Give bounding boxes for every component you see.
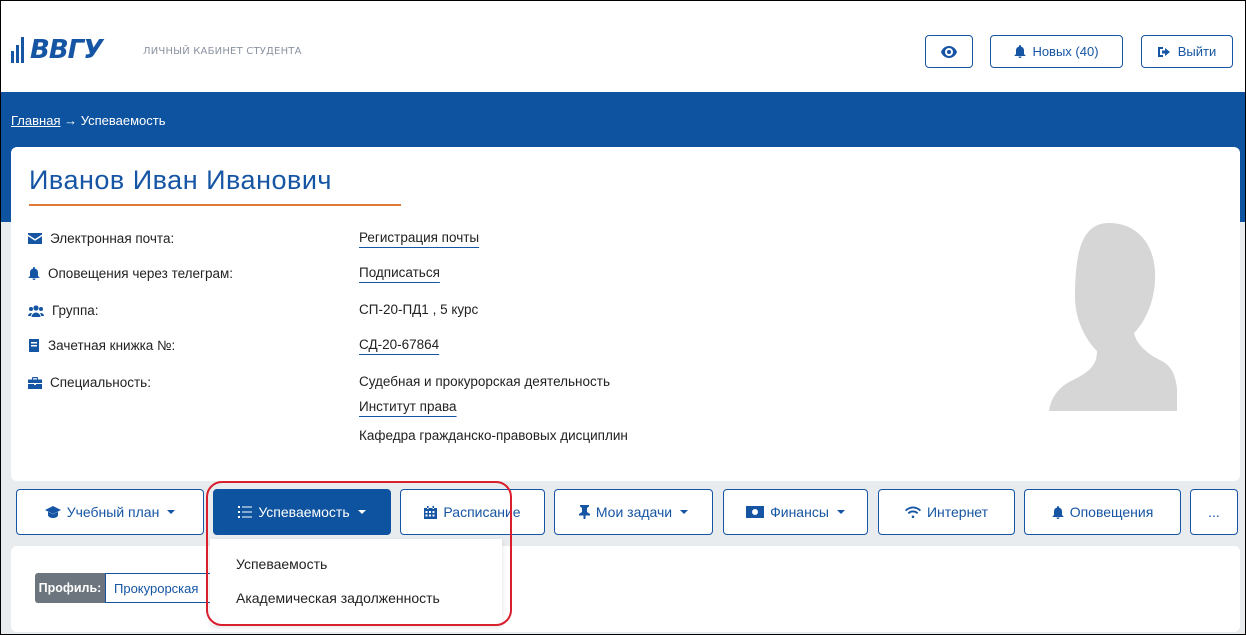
specialty-value: Судебная и прокурорская деятельность — [359, 374, 610, 389]
telegram-row-label: Оповещения через телеграм: — [28, 266, 233, 281]
nav-notifications[interactable]: Оповещения — [1024, 489, 1181, 535]
money-bill-icon — [746, 506, 765, 518]
nav-study-plan[interactable]: Учебный план — [16, 489, 204, 535]
envelope-icon — [28, 233, 42, 244]
book-icon — [29, 339, 39, 352]
header: ВВГУ ЛИЧНЫЙ КАБИНЕТ СТУДЕНТА Новых (40) … — [1, 1, 1245, 92]
bell-icon — [28, 267, 40, 280]
logo-bars-icon — [11, 37, 26, 63]
group-value: СП-20-ПД1 , 5 курс — [359, 302, 479, 317]
logo[interactable]: ВВГУ — [11, 35, 103, 65]
page: ВВГУ ЛИЧНЫЙ КАБИНЕТ СТУДЕНТА Новых (40) … — [1, 1, 1245, 634]
dropdown-item-academic-debt[interactable]: Академическая задолженность — [236, 590, 440, 606]
avatar-placeholder-icon — [1049, 223, 1177, 411]
logo-text: ВВГУ — [30, 35, 103, 65]
visibility-button[interactable] — [925, 35, 973, 68]
breadcrumb: Главная → Успеваемость — [11, 113, 166, 128]
list-icon — [238, 506, 253, 518]
email-row-label: Электронная почта: — [28, 231, 174, 246]
profile-tab[interactable]: Прокурорская — [105, 573, 225, 603]
breadcrumb-home-link[interactable]: Главная — [11, 113, 60, 128]
nav-schedule[interactable]: Расписание — [400, 489, 545, 535]
breadcrumb-current: Успеваемость — [80, 113, 166, 128]
logout-label: Выйти — [1177, 44, 1217, 59]
record-book-link[interactable]: СД-20-67864 — [359, 337, 439, 352]
profiles-panel: Профиль: Прокурорская — [11, 546, 1240, 632]
nav-performance[interactable]: Успеваемость — [213, 489, 391, 535]
email-register-link[interactable]: Регистрация почты — [359, 230, 479, 245]
users-icon — [28, 304, 44, 317]
notifications-button[interactable]: Новых (40) — [990, 35, 1123, 68]
nav-more[interactable]: ... — [1190, 489, 1238, 535]
calendar-icon — [424, 505, 438, 519]
chevron-down-icon — [680, 510, 689, 514]
group-row-label: Группа: — [28, 303, 99, 318]
performance-dropdown-menu: Успеваемость Академическая задолженность — [210, 539, 502, 625]
dropdown-item-performance[interactable]: Успеваемость — [236, 556, 327, 572]
breadcrumb-separator: → — [60, 113, 81, 128]
sign-out-icon — [1157, 46, 1170, 57]
specialty-row-label: Специальность: — [28, 375, 151, 390]
nav-my-tasks[interactable]: Мои задачи — [554, 489, 713, 535]
institute-link[interactable]: Институт права — [359, 399, 457, 414]
telegram-subscribe-link[interactable]: Подписаться — [359, 265, 440, 280]
chevron-down-icon — [836, 510, 845, 514]
eye-icon — [941, 45, 957, 58]
bell-icon — [1014, 45, 1026, 58]
nav-finances[interactable]: Финансы — [723, 489, 868, 535]
logout-button[interactable]: Выйти — [1141, 35, 1233, 68]
thumbtack-icon — [578, 505, 590, 519]
notifications-label: Новых (40) — [1032, 44, 1099, 59]
chevron-down-icon — [167, 510, 176, 514]
department-value: Кафедра гражданско-правовых дисциплин — [359, 428, 628, 443]
bell-icon — [1052, 505, 1064, 519]
wifi-icon — [904, 506, 921, 518]
chevron-down-icon — [357, 510, 366, 514]
student-name: Иванов Иван Иванович — [29, 165, 332, 195]
profile-card: Иванов Иван Иванович Электронная почта: … — [11, 147, 1240, 481]
record-book-row-label: Зачетная книжка №: — [28, 338, 175, 353]
nav-internet[interactable]: Интернет — [878, 489, 1015, 535]
briefcase-icon — [28, 376, 42, 389]
site-subtitle: ЛИЧНЫЙ КАБИНЕТ СТУДЕНТА — [143, 46, 302, 57]
profiles-label: Профиль: — [35, 573, 105, 603]
graduation-cap-icon — [44, 506, 61, 518]
name-underline — [29, 204, 401, 206]
